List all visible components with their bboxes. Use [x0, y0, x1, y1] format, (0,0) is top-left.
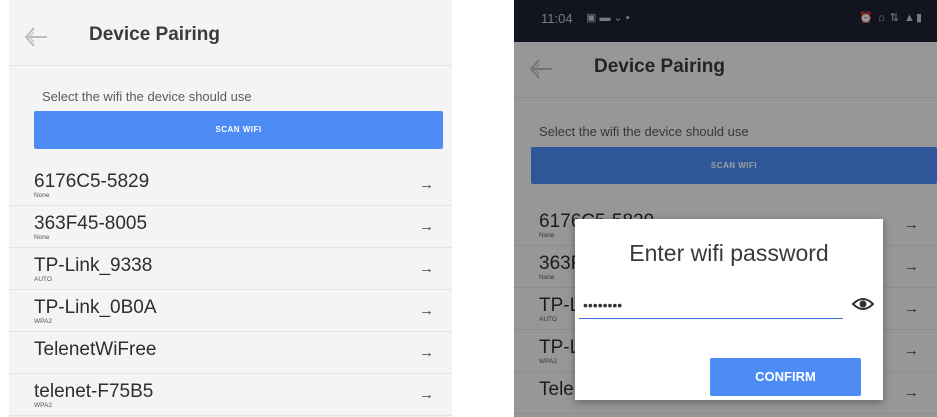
wifi-name: TP-Link_0B0A	[34, 297, 157, 318]
wifi-security: None	[34, 234, 50, 241]
pairing-screen-list: Device Pairing Select the wifi the devic…	[9, 0, 452, 417]
wifi-security: WPA2	[34, 318, 52, 325]
wifi-list-item[interactable]: TP-Link_0B0A WPA2 →	[9, 290, 452, 332]
wifi-list-item[interactable]: 363F45-8005 None →	[9, 206, 452, 248]
wifi-list: 6176C5-5829 None → 363F45-8005 None → TP…	[9, 164, 452, 416]
wifi-list-item[interactable]: telenet-F75B5 WPA2 →	[9, 374, 452, 416]
dialog-title: Enter wifi password	[629, 240, 829, 266]
scan-wifi-button[interactable]: SCAN WIFI	[34, 111, 443, 149]
wifi-name: TelenetWiFree	[34, 339, 157, 360]
wifi-security: WPA2	[34, 402, 52, 409]
wifi-name: 363F45-8005	[34, 213, 148, 234]
password-dialog: Enter wifi password CONFIRM	[575, 219, 883, 400]
arrow-right-icon: →	[419, 260, 434, 277]
wifi-security: None	[34, 192, 50, 199]
arrow-right-icon: →	[419, 176, 434, 193]
wifi-list-item[interactable]: TP-Link_9338 AUTO →	[9, 248, 452, 290]
wifi-name: telenet-F75B5	[34, 381, 154, 402]
eye-icon[interactable]	[852, 295, 874, 313]
confirm-button[interactable]: CONFIRM	[710, 358, 861, 396]
wifi-name: 6176C5-5829	[34, 171, 150, 192]
app-bar: Device Pairing	[9, 10, 452, 66]
wifi-list-item[interactable]: TelenetWiFree →	[9, 332, 452, 374]
wifi-hint-text: Select the wifi the device should use	[42, 89, 252, 104]
wifi-security: AUTO	[34, 276, 52, 283]
password-input[interactable]	[579, 291, 843, 319]
page-title: Device Pairing	[89, 24, 220, 45]
arrow-right-icon: →	[419, 302, 434, 319]
arrow-right-icon: →	[419, 344, 434, 361]
pairing-screen-password: 11:04 ▣ ▬ ⌄ • ⏰ ⌂ ⇅ ▲▮ Device Pairing Se…	[514, 0, 937, 417]
back-arrow-icon[interactable]	[23, 24, 49, 50]
wifi-list-item[interactable]: 6176C5-5829 None →	[9, 164, 452, 206]
arrow-right-icon: →	[419, 218, 434, 235]
arrow-right-icon: →	[419, 386, 434, 403]
wifi-name: TP-Link_9338	[34, 255, 153, 276]
